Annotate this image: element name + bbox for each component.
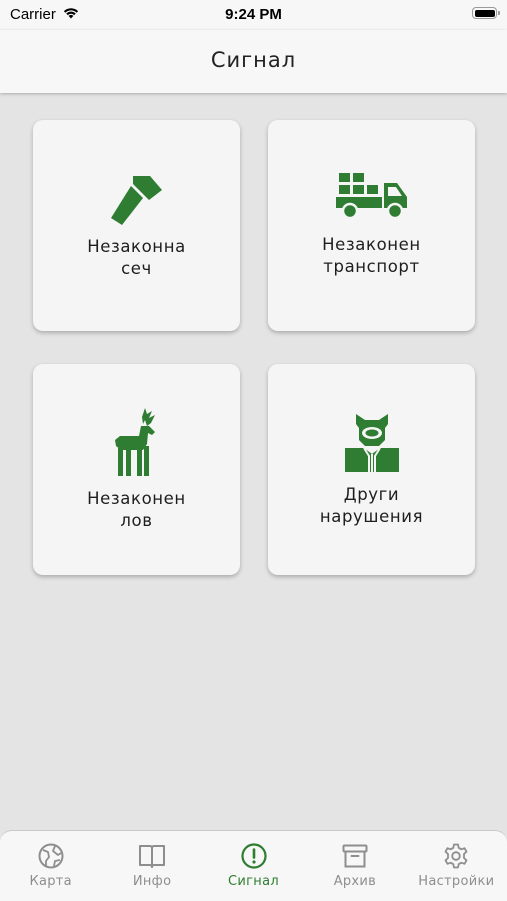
card-label: Незаконен транспорт — [322, 235, 421, 276]
tab-bar: Карта Инфо Сигнал Архив Настройки — [0, 830, 507, 901]
status-time: 9:24 PM — [225, 6, 282, 23]
card-illegal-logging[interactable]: Незаконна сеч — [33, 120, 240, 331]
globe-icon — [37, 842, 65, 870]
boar-icon — [268, 410, 475, 474]
card-other-violations[interactable]: Други нарушения — [268, 364, 475, 575]
gear-icon — [442, 842, 470, 870]
tab-label: Настройки — [418, 874, 495, 889]
card-illegal-hunting[interactable]: Незаконен лов — [33, 364, 240, 575]
truck-icon — [268, 170, 475, 222]
tab-label: Карта — [29, 874, 72, 889]
card-label: Незаконен лов — [87, 489, 186, 530]
axe-icon — [33, 170, 240, 228]
tab-label: Сигнал — [228, 874, 279, 889]
tab-settings[interactable]: Настройки — [406, 831, 507, 901]
tab-signal[interactable]: Сигнал — [203, 831, 304, 901]
card-label: Незаконна сеч — [87, 237, 186, 278]
battery-icon — [472, 7, 500, 19]
tab-info[interactable]: Инфо — [101, 831, 202, 901]
book-icon — [137, 842, 167, 870]
tab-map[interactable]: Карта — [0, 831, 101, 901]
card-illegal-transport[interactable]: Незаконен транспорт — [268, 120, 475, 331]
archive-icon — [341, 842, 369, 870]
deer-icon — [33, 406, 240, 480]
tab-label: Архив — [333, 874, 377, 889]
card-label: Други нарушения — [319, 485, 424, 526]
tab-label: Инфо — [132, 874, 172, 889]
status-bar: Carrier 9:24 PM — [0, 0, 507, 30]
navigation-bar: Сигнал — [0, 30, 507, 93]
page-title: Сигнал — [210, 48, 297, 72]
alert-circle-icon — [240, 842, 268, 870]
tab-archive[interactable]: Архив — [304, 831, 405, 901]
